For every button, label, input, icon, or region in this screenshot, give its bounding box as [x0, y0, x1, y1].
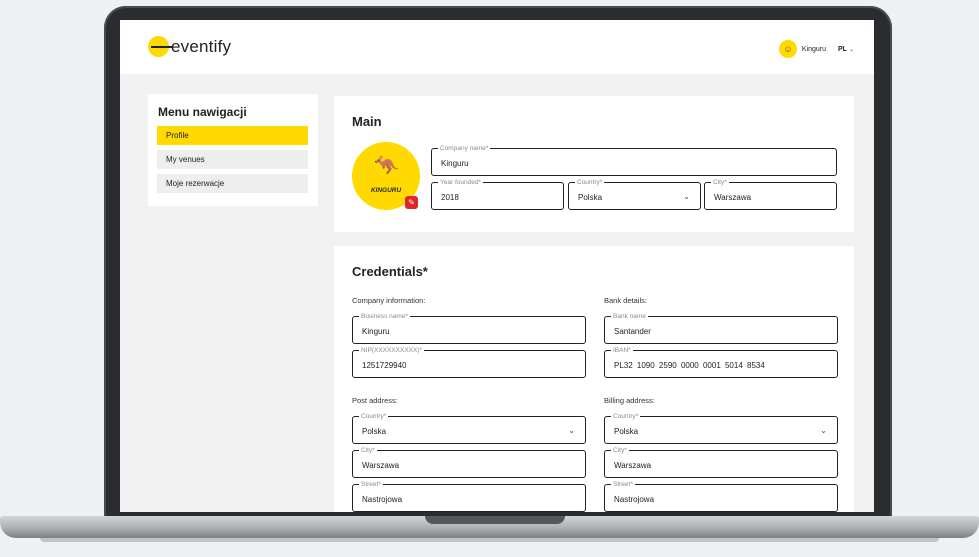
billing-country-select[interactable]: Country* Polska ⌄: [604, 412, 838, 444]
business-name-field[interactable]: Business name* Kinguru: [352, 312, 586, 344]
language-selector[interactable]: PL: [838, 46, 847, 53]
billing-street-field[interactable]: Street* Nastrojowa: [604, 480, 838, 512]
main-title: Main: [352, 114, 382, 129]
edit-photo-icon[interactable]: ✎: [405, 196, 418, 209]
city-label: City*: [711, 178, 729, 187]
screen: eventify ☺ Kinguru PL ⌄ Menu nawigacji P…: [120, 20, 874, 512]
main-section: Main 🦘 KINGURU ✎ Company name* Kinguru Y…: [334, 96, 854, 232]
nip-label: NIP(XXXXXXXXXX)*: [359, 346, 425, 355]
kangaroo-icon: 🦘: [374, 155, 399, 177]
chevron-down-icon: ⌄: [568, 426, 575, 435]
bank-name-value: Santander: [614, 327, 651, 336]
business-name-value: Kinguru: [362, 327, 390, 336]
post-street-value: Nastrojowa: [362, 495, 403, 504]
company-name-value: Kinguru: [441, 159, 469, 168]
billing-street-label: Street*: [611, 480, 635, 489]
iban-field[interactable]: IBAN* PL32 1090 2590 0000 0001 5014 8534: [604, 346, 838, 378]
post-country-value: Polska: [362, 427, 387, 436]
credentials-section: Credentials* Company information: Bank d…: [334, 246, 854, 512]
billing-city-field[interactable]: City* Warszawa: [604, 446, 838, 478]
post-country-label: Country*: [359, 412, 389, 421]
sidebar-item-profile[interactable]: Profile: [157, 126, 308, 145]
sidebar: Menu nawigacji Profile My venues Moje re…: [148, 94, 318, 206]
bank-name-field[interactable]: Bank name Santander: [604, 312, 838, 344]
bank-details-label: Bank details:: [604, 296, 647, 305]
user-menu[interactable]: ☺ Kinguru PL ⌄: [778, 40, 854, 58]
iban-label: IBAN*: [611, 346, 633, 355]
year-founded-value: 2018: [441, 193, 459, 202]
chevron-down-icon[interactable]: ⌄: [849, 46, 854, 53]
business-name-label: Business name*: [359, 312, 410, 321]
country-label: Country*: [575, 178, 605, 187]
laptop-notch: [425, 516, 565, 524]
year-founded-label: Year founded*: [438, 178, 483, 187]
billing-address-label: Billing address:: [604, 396, 655, 405]
logo-mark-icon: [148, 36, 173, 57]
city-value: Warszawa: [714, 193, 752, 202]
chevron-down-icon: ⌄: [820, 426, 827, 435]
post-city-field[interactable]: City* Warszawa: [352, 446, 586, 478]
laptop-foot: [40, 538, 939, 542]
sidebar-item-my-venues[interactable]: My venues: [157, 150, 308, 169]
nip-value: 1251729940: [362, 361, 407, 370]
post-city-value: Warszawa: [362, 461, 400, 470]
billing-country-label: Country*: [611, 412, 641, 421]
logo-text: eventify: [171, 36, 232, 56]
iban-value: PL32 1090 2590 0000 0001 5014 8534: [614, 361, 765, 370]
company-name-label: Company name*: [438, 144, 491, 153]
company-info-label: Company information:: [352, 296, 426, 305]
credentials-title: Credentials*: [352, 264, 428, 279]
billing-country-value: Polska: [614, 427, 639, 436]
city-field[interactable]: City* Warszawa: [704, 178, 837, 210]
country-select[interactable]: Country* Polska ⌄: [568, 178, 701, 210]
sidebar-title: Menu nawigacji: [158, 105, 247, 119]
user-name: Kinguru: [801, 45, 827, 53]
top-header: eventify ☺ Kinguru PL ⌄: [120, 20, 874, 74]
post-street-field[interactable]: Street* Nastrojowa: [352, 480, 586, 512]
nip-field[interactable]: NIP(XXXXXXXXXX)* 1251729940: [352, 346, 586, 378]
year-founded-field[interactable]: Year founded* 2018: [431, 178, 564, 210]
post-city-label: City*: [359, 446, 377, 455]
eventify-logo[interactable]: eventify: [148, 36, 231, 57]
company-name-field[interactable]: Company name* Kinguru: [431, 144, 837, 176]
chevron-down-icon: ⌄: [683, 192, 690, 201]
country-value: Polska: [578, 193, 603, 202]
sidebar-item-reservations[interactable]: Moje rezerwacje: [157, 174, 308, 193]
user-avatar[interactable]: ☺: [778, 40, 797, 58]
post-address-label: Post address:: [352, 396, 398, 405]
bank-name-label: Bank name: [611, 312, 648, 321]
billing-city-value: Warszawa: [614, 461, 652, 470]
billing-city-label: City*: [611, 446, 629, 455]
post-country-select[interactable]: Country* Polska ⌄: [352, 412, 586, 444]
billing-street-value: Nastrojowa: [614, 495, 655, 504]
post-street-label: Street*: [359, 480, 383, 489]
avatar-brand-text: KINGURU: [370, 187, 402, 194]
company-avatar[interactable]: 🦘 KINGURU ✎: [352, 142, 420, 210]
